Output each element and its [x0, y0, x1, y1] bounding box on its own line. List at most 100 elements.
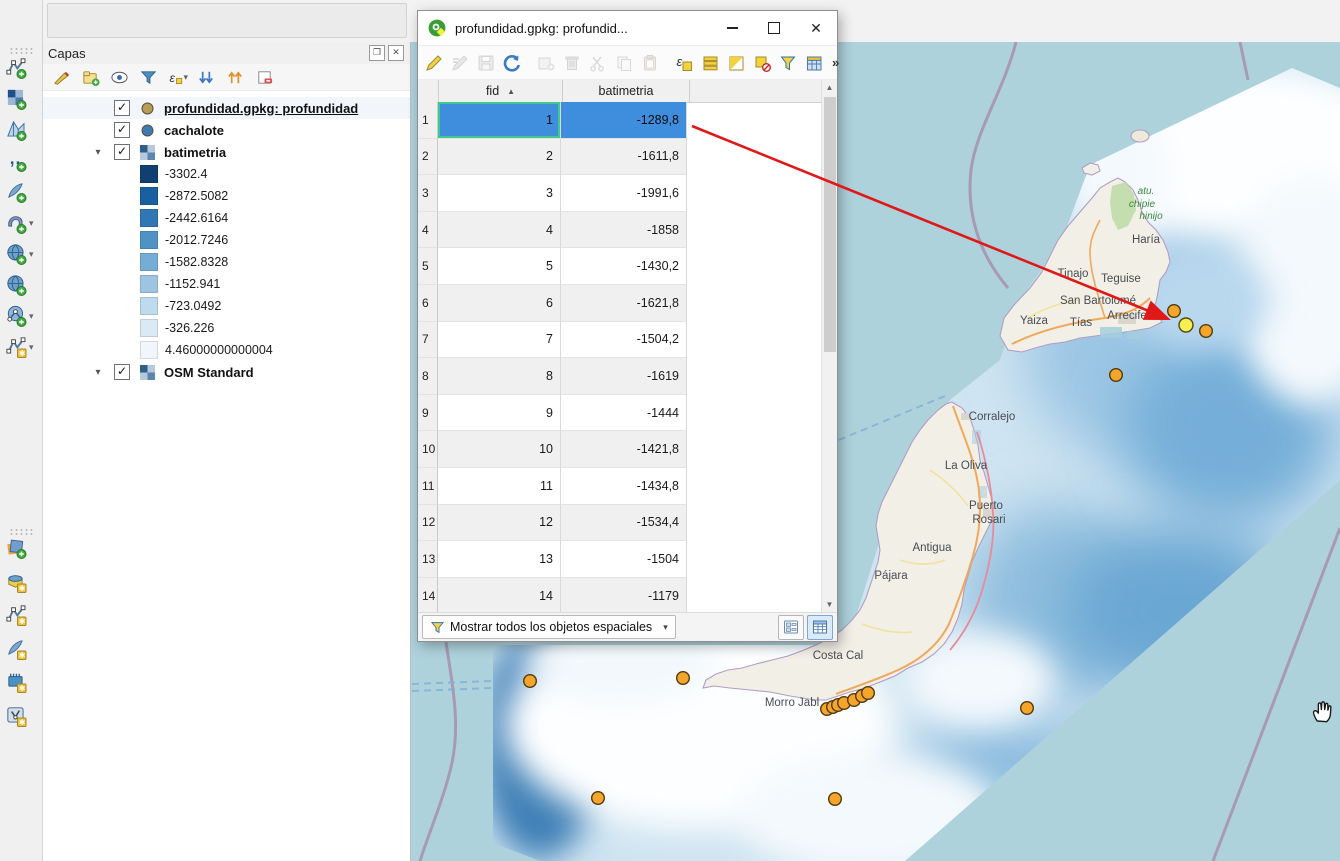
close-button[interactable]: ✕	[795, 11, 837, 45]
dropdown-caret-icon[interactable]: ▾	[29, 342, 34, 353]
row-number-cell[interactable]: 11	[418, 468, 438, 505]
feature-point[interactable]	[1168, 305, 1181, 318]
legend-entry[interactable]: -326.226	[42, 317, 410, 339]
row-number-cell[interactable]: 13	[418, 541, 438, 578]
legend-entry[interactable]: -1582.8328	[42, 251, 410, 273]
layer-checkbox[interactable]: ✓	[114, 100, 130, 116]
table-row[interactable]: 55-1430,2	[418, 248, 822, 285]
table-row[interactable]: 1212-1534,4	[418, 505, 822, 542]
feature-point[interactable]	[862, 687, 875, 700]
feature-point[interactable]	[677, 672, 690, 685]
feature-point[interactable]	[592, 792, 605, 805]
layer-checkbox[interactable]: ✓	[114, 144, 130, 160]
batimetria-cell[interactable]: -1421,8	[561, 431, 687, 468]
dropdown-caret-icon[interactable]: ▾	[29, 249, 34, 260]
row-number-cell[interactable]: 7	[418, 322, 438, 359]
batimetria-cell[interactable]: -1619	[561, 358, 687, 395]
fid-cell[interactable]: 2	[438, 139, 561, 176]
feature-point[interactable]	[1110, 369, 1123, 382]
add-raster-layer[interactable]	[5, 85, 35, 113]
layer-item-profundidad-gpkg-profundidad[interactable]: ✓profundidad.gpkg: profundidad	[42, 97, 410, 119]
layer-item-osm-standard[interactable]: ▾✓OSM Standard	[42, 361, 410, 383]
add-group[interactable]	[79, 66, 101, 88]
new-temporary-scratch-layer[interactable]: ✱	[5, 601, 35, 629]
row-number-cell[interactable]: 14	[418, 578, 438, 612]
new-shapefile-layer[interactable]	[5, 534, 35, 562]
table-row[interactable]: 22-1611,8	[418, 139, 822, 176]
row-number-cell[interactable]: 5	[418, 248, 438, 285]
legend-entry[interactable]: -723.0492	[42, 295, 410, 317]
table-row[interactable]: 77-1504,2	[418, 322, 822, 359]
toolbar-drag-handle[interactable]	[9, 47, 33, 54]
fid-cell[interactable]: 5	[438, 248, 561, 285]
fid-cell[interactable]: 9	[438, 395, 561, 432]
table-row[interactable]: 99-1444	[418, 395, 822, 432]
new-spatialite-layer[interactable]: ✱	[5, 635, 35, 663]
fid-cell[interactable]: 3	[438, 175, 561, 212]
layer-expander-icon[interactable]: ▾	[92, 367, 104, 378]
batimetria-cell[interactable]: -1858	[561, 212, 687, 249]
row-number-cell[interactable]: 9	[418, 395, 438, 432]
legend-entry[interactable]: -2442.6164	[42, 207, 410, 229]
layers-panel-titlebar[interactable]: Capas ❐ ✕	[42, 42, 410, 64]
toggle-editing-button[interactable]	[424, 52, 444, 74]
table-row[interactable]: 1414-1179	[418, 578, 822, 612]
fid-cell[interactable]: 10	[438, 431, 561, 468]
legend-entry[interactable]: 4.46000000000004	[42, 339, 410, 361]
layer-item-batimetria[interactable]: ▾✓batimetria	[42, 141, 410, 163]
batimetria-cell[interactable]: -1504	[561, 541, 687, 578]
fid-cell[interactable]: 11	[438, 468, 561, 505]
layer-checkbox[interactable]: ✓	[114, 364, 130, 380]
fid-cell[interactable]: 4	[438, 212, 561, 249]
legend-entry[interactable]: -1152.941	[42, 273, 410, 295]
expand-all[interactable]	[195, 66, 217, 88]
column-header-fid[interactable]: fid ▲	[439, 80, 563, 102]
batimetria-cell[interactable]: -1504,2	[561, 322, 687, 359]
reload-table-button[interactable]	[502, 52, 522, 74]
batimetria-cell[interactable]: -1611,8	[561, 139, 687, 176]
row-number-cell[interactable]: 4	[418, 212, 438, 249]
form-view-toggle[interactable]	[778, 615, 804, 640]
batimetria-cell[interactable]: -1179	[561, 578, 687, 612]
toolbar-overflow-button[interactable]: »	[832, 55, 839, 70]
dropdown-caret-icon[interactable]: ▾	[29, 218, 34, 229]
table-row[interactable]: 88-1619	[418, 358, 822, 395]
row-number-cell[interactable]: 12	[418, 505, 438, 542]
filter-by-expression[interactable]: ε▾	[166, 66, 188, 88]
scroll-up-icon[interactable]: ▲	[822, 80, 837, 95]
fid-cell[interactable]: 14	[438, 578, 561, 612]
feature-filter-dropdown[interactable]: Mostrar todos los objetos espaciales ▾	[422, 615, 676, 639]
new-virtual-layer[interactable]: ✱	[5, 702, 35, 730]
fid-cell[interactable]: 13	[438, 541, 561, 578]
remove-layer[interactable]	[253, 66, 275, 88]
open-layer-styling[interactable]	[50, 66, 72, 88]
move-selection-to-top-button[interactable]	[804, 52, 824, 74]
scrollbar-thumb[interactable]	[824, 97, 836, 352]
window-titlebar[interactable]: profundidad.gpkg: profundid... ✕	[418, 11, 837, 46]
table-row[interactable]: 1111-1434,8	[418, 468, 822, 505]
add-delimited-text-layer[interactable]: ,,	[5, 147, 35, 175]
dropdown-caret-icon[interactable]: ▾	[29, 311, 34, 322]
close-panel-icon[interactable]: ✕	[388, 45, 404, 61]
corner-header[interactable]	[418, 80, 439, 102]
fid-cell[interactable]: 7	[438, 322, 561, 359]
add-virtual-layer[interactable]: ✱▾	[5, 333, 35, 361]
layer-expander-icon[interactable]: ▾	[92, 147, 104, 158]
select-by-expression-button[interactable]: ε	[674, 52, 694, 74]
add-mesh-layer[interactable]	[5, 116, 35, 144]
row-number-cell[interactable]: 6	[418, 285, 438, 322]
filter-select-form-button[interactable]	[778, 52, 798, 74]
feature-point[interactable]	[1021, 702, 1034, 715]
table-row[interactable]: 33-1991,6	[418, 175, 822, 212]
batimetria-cell[interactable]: -1430,2	[561, 248, 687, 285]
batimetria-cell[interactable]: -1289,8	[561, 102, 687, 139]
column-header-batimetria[interactable]: batimetria	[563, 80, 690, 102]
row-number-cell[interactable]: 1	[418, 102, 438, 139]
filter-legend[interactable]	[137, 66, 159, 88]
invert-selection-button[interactable]	[726, 52, 746, 74]
new-mesh-layer[interactable]: ✱	[5, 668, 35, 696]
add-wms-wmts-layer[interactable]: ▾	[5, 240, 35, 268]
maximize-button[interactable]	[753, 11, 795, 45]
layer-checkbox[interactable]: ✓	[114, 122, 130, 138]
scroll-down-icon[interactable]: ▼	[822, 597, 837, 612]
